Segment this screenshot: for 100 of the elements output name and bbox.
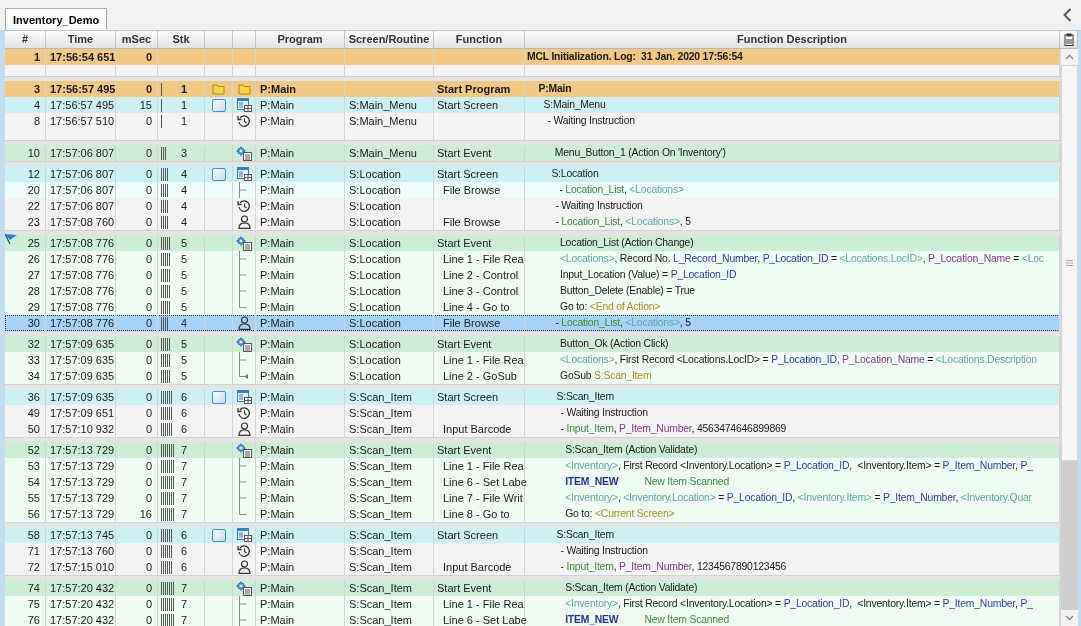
column-header[interactable]: Stk bbox=[158, 31, 205, 49]
log-row[interactable]: 50 17:57:10 932 0 6 P:Main S:Scan_Item Input Barcode - Input_Item, P_Item_Number, 4563474646899869 bbox=[5, 421, 1060, 437]
log-row[interactable]: 72 17:57:15 010 0 6 P:Main S:Scan_Item Input Barcode - Input_Item, P_Item_Number, 1234567890123456 bbox=[5, 559, 1060, 575]
column-header[interactable]: Time bbox=[46, 31, 116, 49]
screen-cell: S:Scan_Item bbox=[349, 614, 412, 626]
row-number: 33 bbox=[27, 353, 40, 368]
stack-depth-bars bbox=[161, 390, 174, 404]
log-row[interactable]: 27 17:57:08 776 0 5 P:Main S:Location Line 2 - Control Input_Location (Value) = P_Location_ID bbox=[5, 267, 1060, 283]
screen-cell: S:Scan_Item bbox=[349, 407, 412, 419]
stack-depth-bars bbox=[161, 300, 172, 314]
scrollbar-thumb[interactable] bbox=[1061, 65, 1078, 461]
column-header[interactable]: mSec bbox=[116, 31, 158, 49]
stack-depth: 4 bbox=[180, 199, 187, 214]
msec-cell: 0 bbox=[145, 301, 152, 313]
log-row[interactable]: 71 17:57:13 760 0 6 P:Main S:Scan_Item - Waiting Instruction bbox=[5, 543, 1060, 559]
time-cell: 17:57:09 635 bbox=[50, 391, 115, 403]
row-number: 12 bbox=[27, 167, 40, 182]
log-row[interactable]: 8 17:56:57 510 0 1 P:Main S:Main_Menu - Waiting Instruction bbox=[5, 113, 1060, 129]
log-row[interactable]: 1 17:56:54 651 0 MCL Initialization. Log: 31 Jan. 2020 17:56:54 bbox=[5, 49, 1060, 65]
log-row[interactable]: 75 17:57:20 432 0 7 P:Main S:Scan_Item Line 1 - File Rea <Inventory>, First Record <Inventory.Location> = P_Location_ID, <Inventory.Item> = P_Item_Number, P_ bbox=[5, 596, 1060, 612]
function-description: - Waiting Instruction bbox=[554, 199, 644, 213]
function-description: <Inventory>, <Inventory.Location> = P_Location_ID, <Inventory.Item> = P_Item_Number, <Inventory.Quar bbox=[564, 491, 1033, 505]
log-row[interactable]: 10 17:57:06 807 0 3 P:Main S:Main_Menu Start Event Menu_Button_1 (Action On 'Inventory') bbox=[5, 145, 1060, 161]
function-description: - Input_Item, P_Item_Number, 1234567890123456 bbox=[559, 560, 788, 574]
log-row[interactable]: 4 17:56:57 495 15 1 P:Main S:Main_Menu Start Screen S:Main_Menu bbox=[5, 97, 1060, 113]
log-row[interactable]: 76 17:57:20 432 0 7 P:Main S:Scan_Item Line 6 - Set Labe ITEM_NEW New Item Scanned bbox=[5, 612, 1060, 626]
column-header[interactable]: Screen/Routine bbox=[345, 31, 434, 49]
collapse-chevron-icon[interactable] bbox=[1063, 8, 1072, 22]
time-cell: 17:57:08 776 bbox=[50, 301, 115, 313]
function-cell-text: File Browse bbox=[442, 316, 501, 331]
program-cell: P:Main bbox=[260, 407, 295, 419]
log-row[interactable]: 49 17:57:09 651 0 6 P:Main S:Scan_Item - Waiting Instruction bbox=[5, 405, 1060, 421]
log-row[interactable] bbox=[5, 129, 1060, 140]
screen-cell: S:Main_Menu bbox=[349, 115, 417, 127]
screen-cell: S:Scan_Item bbox=[349, 545, 412, 557]
document-tab[interactable]: Inventory_Demo bbox=[5, 8, 108, 30]
scroll-down-icon[interactable] bbox=[1065, 615, 1074, 621]
screen-cell: S:Location bbox=[349, 237, 401, 249]
log-row[interactable]: 36 17:57:09 635 0 6 P:Main S:Scan_Item Start Screen S:Scan_Item bbox=[5, 389, 1060, 405]
row-number: 71 bbox=[27, 544, 40, 559]
history-icon bbox=[237, 199, 251, 213]
column-header[interactable]: Function Description bbox=[525, 31, 1060, 49]
log-row[interactable]: 12 17:57:06 807 0 4 P:Main S:Location Start Screen S:Location bbox=[5, 166, 1060, 182]
log-row[interactable]: 34 17:57:09 635 0 5 P:Main S:Location Line 2 - GoSub GoSub S:Scan_Item bbox=[5, 368, 1060, 384]
stack-depth: 5 bbox=[180, 337, 187, 352]
stack-depth: 5 bbox=[180, 252, 187, 267]
program-cell: P:Main bbox=[260, 561, 295, 573]
program-cell: P:Main bbox=[260, 168, 295, 180]
log-row[interactable]: 30 17:57:08 776 0 4 P:Main S:Location File Browse - Location_List, <Locations>, 5 bbox=[5, 315, 1060, 331]
log-row[interactable]: 22 17:57:06 807 0 4 P:Main S:Location - Waiting Instruction bbox=[5, 198, 1060, 214]
log-row[interactable] bbox=[5, 65, 1060, 76]
log-row[interactable]: 3 17:56:57 495 0 1 P:Main Start Program P:Main bbox=[5, 81, 1060, 97]
row-number: 8 bbox=[33, 114, 40, 129]
row-number: 23 bbox=[27, 215, 40, 230]
screen-form-icon bbox=[236, 167, 252, 181]
log-row[interactable]: 54 17:57:13 729 0 7 P:Main S:Scan_Item Line 6 - Set Labe ITEM_NEW New Item Scanned bbox=[5, 474, 1060, 490]
log-row[interactable]: 56 17:57:13 729 16 7 P:Main S:Scan_Item Line 8 - Go to Go to: <Current Screen> bbox=[5, 506, 1060, 522]
log-row[interactable]: 26 17:57:08 776 0 5 P:Main S:Location Line 1 - File Rea <Locations>, Record No. L_Record_Number, P_Location_ID = <Locations.LocID>, P_Location_Name = <Loc bbox=[5, 251, 1060, 267]
program-cell: P:Main bbox=[260, 529, 295, 541]
log-row[interactable]: 52 17:57:13 729 0 7 P:Main S:Scan_Item Start Event S:Scan_Item (Action Validate) bbox=[5, 442, 1060, 458]
clipboard-icon[interactable] bbox=[1063, 33, 1074, 46]
log-row[interactable]: 74 17:57:20 432 0 7 P:Main S:Scan_Item Start Event S:Scan_Item (Action Validate) bbox=[5, 580, 1060, 596]
stack-depth-bars bbox=[161, 528, 174, 542]
log-row[interactable]: 29 17:57:08 776 0 5 P:Main S:Location Line 4 - Go to Go to: <End of Action> bbox=[5, 299, 1060, 315]
log-row[interactable]: 53 17:57:13 729 0 7 P:Main S:Scan_Item Line 1 - File Rea <Inventory>, First Record <Inventory.Location> = P_Location_ID, <Inventory.Item> = P_Item_Number, P_ bbox=[5, 458, 1060, 474]
function-cell-text: Start Screen bbox=[436, 528, 499, 543]
log-row[interactable]: 32 17:57:09 635 0 5 P:Main S:Location Start Event Button_Ok (Action Click) bbox=[5, 336, 1060, 352]
program-cell: P:Main bbox=[260, 285, 295, 297]
msec-cell: 0 bbox=[145, 545, 152, 557]
function-description: ITEM_NEW New Item Scanned bbox=[564, 475, 731, 489]
log-row[interactable]: 23 17:57:08 760 0 4 P:Main S:Location File Browse - Location_List, <Locations>, 5 bbox=[5, 214, 1060, 230]
row-number: 74 bbox=[27, 581, 40, 596]
screen-cell: S:Scan_Item bbox=[349, 476, 412, 488]
screen-cell: S:Scan_Item bbox=[349, 598, 412, 610]
log-row[interactable]: 33 17:57:09 635 0 5 P:Main S:Location Line 1 - File Rea <Locations>, First Record <Locations.LocID> = P_Location_ID, P_Location_Name = <Locations.Description bbox=[5, 352, 1060, 368]
log-row[interactable]: 20 17:57:06 807 0 4 P:Main S:Location File Browse - Location_List, <Locations> bbox=[5, 182, 1060, 198]
column-header[interactable]: Function bbox=[434, 31, 525, 49]
msec-cell: 0 bbox=[145, 338, 152, 350]
row-number: 50 bbox=[27, 422, 40, 437]
function-cell-text: Start Event bbox=[436, 443, 492, 458]
row-number: 58 bbox=[27, 528, 40, 543]
stack-depth: 7 bbox=[180, 581, 187, 596]
folder-icon bbox=[212, 83, 225, 95]
log-row[interactable]: 25 17:57:08 776 0 5 P:Main S:Location Start Event Location_List (Action Change) bbox=[5, 235, 1060, 251]
log-row[interactable]: 55 17:57:13 729 0 7 P:Main S:Scan_Item Line 7 - File Writ <Inventory>, <Inventory.Location> = P_Location_ID, <Inventory.Item> = P_Item_Number, <Inventory.Quar bbox=[5, 490, 1060, 506]
function-cell-text: Input Barcode bbox=[442, 560, 512, 575]
scrollbar[interactable] bbox=[1060, 49, 1078, 626]
log-row[interactable]: 58 17:57:13 745 0 6 P:Main S:Scan_Item Start Screen S:Scan_Item bbox=[5, 527, 1060, 543]
function-description: Button_Delete (Enable) = True bbox=[559, 284, 696, 298]
row-number: 22 bbox=[27, 199, 40, 214]
program-cell: P:Main bbox=[260, 115, 295, 127]
stack-depth: 5 bbox=[180, 268, 187, 283]
stack-depth: 7 bbox=[180, 507, 187, 522]
scroll-up-icon[interactable] bbox=[1065, 54, 1074, 60]
column-header[interactable]: # bbox=[5, 31, 46, 49]
stack-depth: 5 bbox=[180, 353, 187, 368]
screen-cell: S:Location bbox=[349, 285, 401, 297]
log-row[interactable]: 28 17:57:08 776 0 5 P:Main S:Location Line 3 - Control Button_Delete (Enable) = True bbox=[5, 283, 1060, 299]
program-cell: P:Main bbox=[260, 269, 295, 281]
column-header[interactable]: Program bbox=[256, 31, 345, 49]
